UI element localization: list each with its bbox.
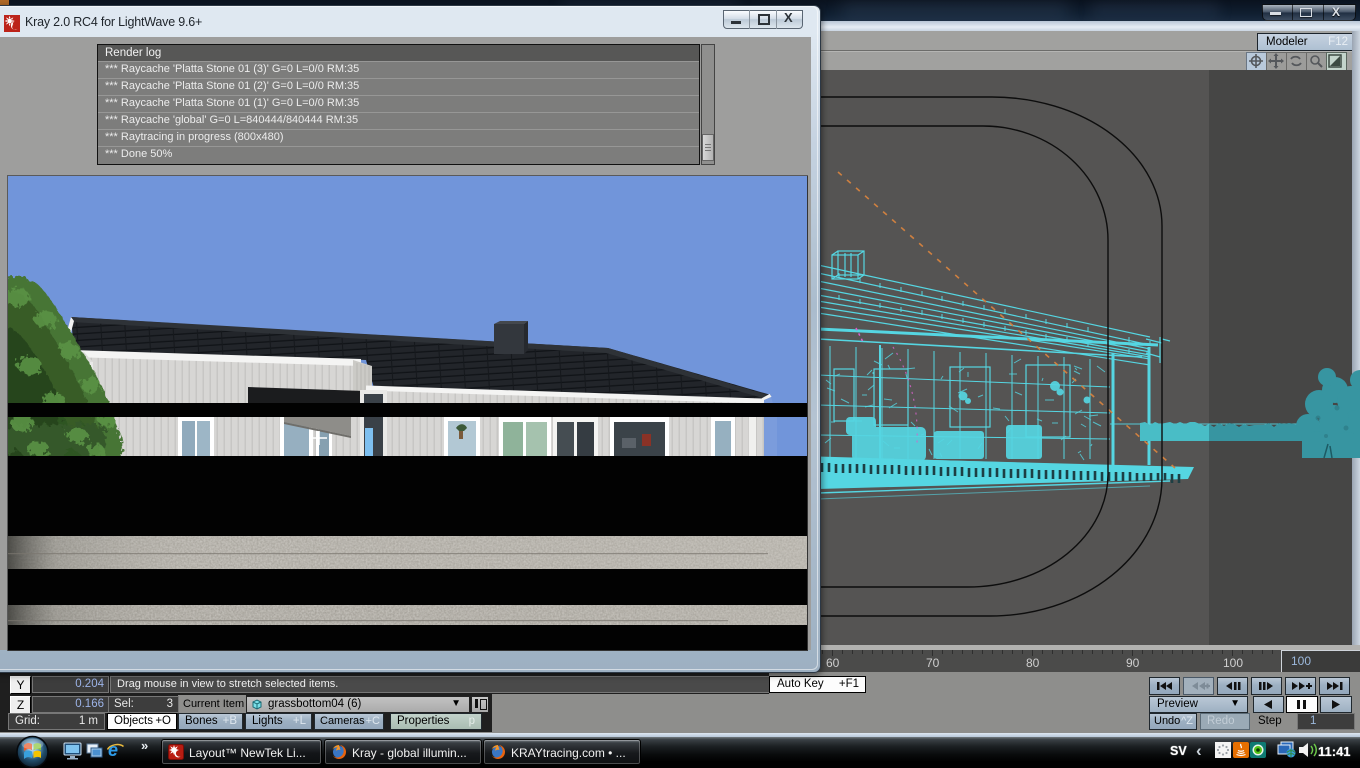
- svg-text:80: 80: [1026, 656, 1040, 670]
- svg-text:90: 90: [1126, 656, 1140, 670]
- svg-text:70: 70: [926, 656, 940, 670]
- svg-text:60: 60: [826, 656, 840, 670]
- svg-text:e: e: [108, 740, 118, 760]
- svg-text:100: 100: [1223, 656, 1243, 670]
